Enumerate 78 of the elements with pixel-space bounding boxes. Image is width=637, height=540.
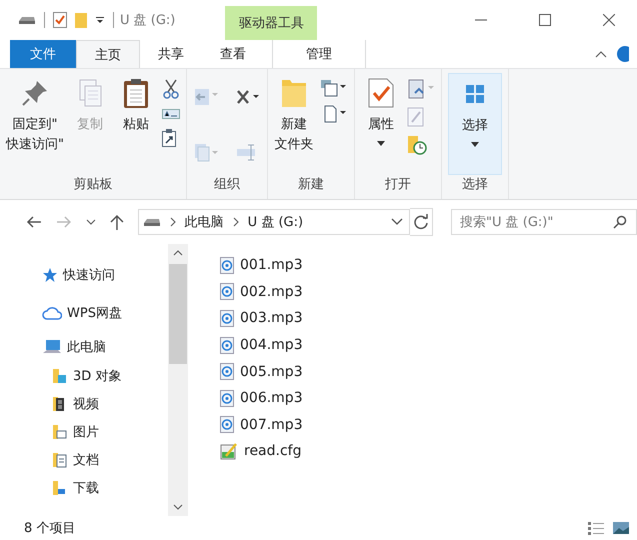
folder-cube-icon bbox=[52, 368, 68, 384]
ribbon-tab[interactable]: 查看 bbox=[202, 40, 264, 68]
maximize-icon[interactable] bbox=[539, 14, 551, 26]
chevron-down-icon[interactable] bbox=[86, 218, 96, 226]
scrollbar[interactable] bbox=[168, 244, 188, 516]
nav-item[interactable]: 下载 bbox=[52, 474, 99, 502]
audio-file-icon bbox=[220, 310, 234, 327]
scroll-down-icon[interactable] bbox=[173, 504, 183, 510]
nav-item[interactable]: 文档 bbox=[52, 446, 99, 474]
window-title: U 盘 (G:) bbox=[120, 12, 176, 29]
copy-path-icon[interactable] bbox=[162, 107, 180, 121]
chevron-right-icon[interactable] bbox=[168, 217, 177, 227]
search-icon bbox=[613, 215, 627, 229]
audio-file-icon bbox=[220, 390, 234, 407]
audio-file-icon bbox=[220, 363, 234, 380]
pin-button[interactable]: 固定到" 快速访问" bbox=[6, 73, 64, 175]
nav-item[interactable]: 3D 对象 bbox=[52, 362, 122, 390]
breadcrumb[interactable]: 此电脑 bbox=[184, 213, 224, 231]
config-file-icon bbox=[220, 442, 238, 460]
file-item[interactable]: 006.mp3 bbox=[220, 384, 303, 412]
cloud-icon bbox=[42, 306, 62, 320]
paste-shortcut-icon[interactable] bbox=[162, 129, 176, 147]
computer-icon bbox=[42, 339, 62, 355]
breadcrumb[interactable]: U 盘 (G:) bbox=[248, 213, 304, 231]
collapse-ribbon-icon[interactable] bbox=[595, 50, 607, 58]
open-icon[interactable] bbox=[406, 79, 435, 99]
file-tab[interactable]: 文件 bbox=[10, 40, 76, 68]
document-folder-icon bbox=[52, 452, 68, 468]
properties-button[interactable]: 属性 bbox=[360, 73, 401, 175]
audio-file-icon bbox=[220, 416, 234, 434]
file-item[interactable]: 002.mp3 bbox=[220, 278, 303, 306]
help-icon[interactable] bbox=[615, 46, 629, 62]
nav-item[interactable]: 此电脑 bbox=[42, 332, 106, 362]
up-icon[interactable] bbox=[110, 214, 124, 230]
star-icon bbox=[42, 267, 58, 283]
download-folder-icon bbox=[52, 480, 68, 496]
ribbon-group-label: 组织 bbox=[212, 176, 241, 194]
drive-icon bbox=[142, 217, 161, 227]
search-field[interactable]: 搜索"U 盘 (G:)" bbox=[451, 209, 637, 235]
nav-item[interactable]: 快速访问 bbox=[42, 256, 115, 294]
refresh-icon[interactable] bbox=[413, 214, 430, 230]
ribbon-tab[interactable]: 共享 bbox=[140, 40, 202, 68]
address-bar[interactable]: 此电脑 U 盘 (G:) bbox=[138, 209, 410, 235]
paste-button[interactable]: 粘贴 bbox=[116, 73, 156, 175]
folder-button[interactable]: 新建 文件夹 bbox=[274, 73, 314, 175]
properties-icon[interactable] bbox=[53, 12, 67, 28]
close-icon[interactable] bbox=[603, 14, 615, 26]
back-icon[interactable] bbox=[26, 216, 42, 228]
scissors-icon[interactable] bbox=[162, 79, 180, 99]
file-item[interactable]: 001.mp3 bbox=[220, 252, 303, 279]
ribbon-tab[interactable]: 主页 bbox=[76, 40, 140, 68]
details-view-icon[interactable] bbox=[587, 521, 605, 535]
file-item[interactable]: 007.mp3 bbox=[220, 412, 303, 438]
drive-icon bbox=[18, 15, 36, 25]
ribbon-group-label: 打开 bbox=[384, 176, 412, 194]
item-count: 8 个项目 bbox=[24, 520, 76, 537]
ribbon-tab[interactable]: 管理 bbox=[272, 40, 366, 68]
audio-file-icon bbox=[220, 256, 234, 274]
context-tab-header: 驱动器工具 bbox=[225, 6, 318, 40]
audio-file-icon bbox=[220, 283, 234, 300]
audio-file-icon bbox=[220, 336, 234, 354]
chevron-right-icon[interactable] bbox=[232, 217, 240, 227]
ribbon-group-label: 选择 bbox=[460, 176, 489, 194]
chevron-down-icon[interactable] bbox=[391, 218, 404, 226]
ribbon-group-label: 剪贴板 bbox=[72, 176, 114, 194]
file-item[interactable]: 003.mp3 bbox=[220, 305, 303, 332]
folder-clock-icon[interactable] bbox=[406, 135, 427, 155]
new-item-icon[interactable] bbox=[320, 79, 348, 97]
nav-item[interactable]: 图片 bbox=[52, 418, 99, 446]
nav-item[interactable]: 视频 bbox=[52, 390, 99, 418]
ribbon-group-label: 新建 bbox=[296, 176, 325, 194]
scroll-up-icon[interactable] bbox=[173, 250, 183, 256]
picture-folder-icon bbox=[52, 424, 68, 440]
file-item[interactable]: 004.mp3 bbox=[220, 332, 303, 358]
nav-item[interactable]: WPS网盘 bbox=[42, 294, 122, 332]
file-item[interactable]: 005.mp3 bbox=[220, 358, 303, 385]
file-item[interactable]: read.cfg bbox=[220, 438, 302, 465]
caret-icon[interactable] bbox=[95, 16, 105, 24]
